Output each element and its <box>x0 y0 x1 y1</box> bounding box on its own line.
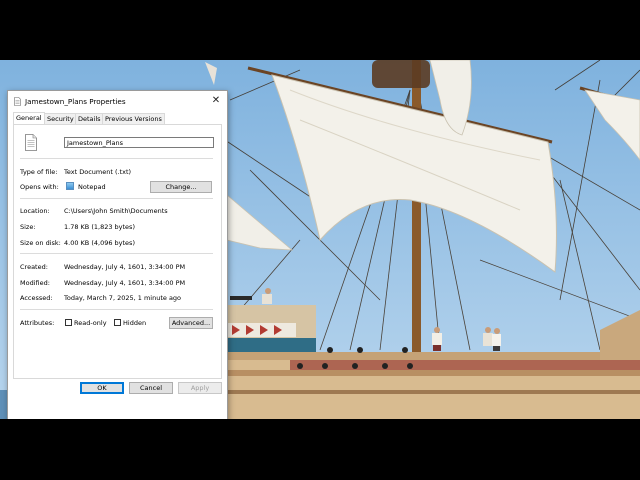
accessed-label: Accessed: <box>20 294 53 302</box>
opens-with-value: Notepad <box>78 183 106 191</box>
created-value: Wednesday, July 4, 1601, 3:34:00 PM <box>64 263 186 271</box>
read-only-label: Read-only <box>74 319 107 327</box>
notepad-icon <box>66 182 74 190</box>
modified-label: Modified: <box>20 279 50 287</box>
modified-value: Wednesday, July 4, 1601, 3:34:00 PM <box>64 279 186 287</box>
separator <box>20 158 213 159</box>
location-value: C:\Users\John Smith\Documents <box>64 207 168 215</box>
size-label: Size: <box>20 223 36 231</box>
type-value: Text Document (.txt) <box>64 168 132 176</box>
read-only-checkbox[interactable] <box>65 319 72 326</box>
attributes-label: Attributes: <box>20 319 55 327</box>
separator <box>20 309 213 310</box>
size-on-disk-label: Size on disk: <box>20 239 61 247</box>
tab-previous-versions[interactable]: Previous Versions <box>102 113 165 124</box>
tab-details[interactable]: Details <box>75 113 104 124</box>
close-icon[interactable]: ✕ <box>209 94 223 107</box>
text-document-icon <box>14 97 21 106</box>
opens-with-label: Opens with: <box>20 183 59 191</box>
separator <box>20 253 213 254</box>
cancel-button[interactable]: Cancel <box>129 382 173 394</box>
text-document-icon <box>25 134 37 151</box>
location-label: Location: <box>20 207 50 215</box>
separator <box>20 198 213 199</box>
accessed-value: Today, March 7, 2025, 1 minute ago <box>64 294 182 302</box>
file-name-field[interactable]: Jamestown_Plans <box>64 137 214 148</box>
hidden-label: Hidden <box>123 319 147 327</box>
desktop: Jamestown_Plans Properties ✕ General Sec… <box>0 60 640 419</box>
tab-security[interactable]: Security <box>44 113 77 124</box>
type-label: Type of file: <box>20 168 58 176</box>
hidden-checkbox[interactable] <box>114 319 121 326</box>
general-tab-panel <box>13 124 222 379</box>
ok-button[interactable]: OK <box>80 382 124 394</box>
size-on-disk-value: 4.00 KB (4,096 bytes) <box>64 239 135 247</box>
created-label: Created: <box>20 263 48 271</box>
title-bar[interactable]: Jamestown_Plans Properties ✕ <box>8 91 227 111</box>
dialog-title: Jamestown_Plans Properties <box>25 97 126 106</box>
properties-dialog: Jamestown_Plans Properties ✕ General Sec… <box>7 90 228 419</box>
change-button[interactable]: Change... <box>150 181 212 193</box>
size-value: 1.78 KB (1,823 bytes) <box>64 223 135 231</box>
apply-button: Apply <box>178 382 222 394</box>
advanced-button[interactable]: Advanced... <box>169 317 213 329</box>
